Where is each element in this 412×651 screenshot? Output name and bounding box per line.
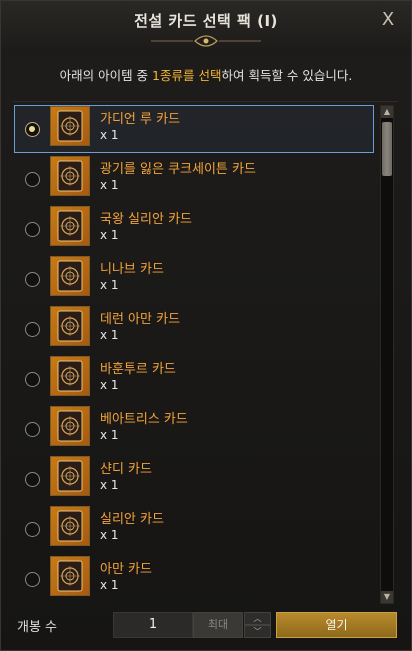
list-item[interactable]: 데런 아만 카드 x 1	[15, 302, 373, 350]
list-item[interactable]: 광기를 잃은 쿠크세이튼 카드 x 1	[15, 152, 373, 200]
scrollbar[interactable]: ▲ ▼	[380, 105, 394, 604]
radio-button[interactable]	[25, 422, 40, 437]
radio-button[interactable]	[25, 522, 40, 537]
notice-suffix: 하여 획득할 수 있습니다.	[221, 68, 353, 83]
list-item[interactable]: 베아트리스 카드 x 1	[15, 402, 373, 450]
card-quantity: x 1	[100, 528, 119, 542]
card-list: 가디언 루 카드 x 1 광기를 잃은 쿠크세이튼 카드 x 1 국왕 실리안 카드 x …	[13, 101, 398, 605]
card-name: 실리안 카드	[100, 512, 164, 527]
card-name: 가디언 루 카드	[100, 112, 181, 127]
card-quantity: x 1	[100, 178, 119, 192]
scrollbar-thumb[interactable]	[382, 122, 392, 176]
scroll-up-icon[interactable]: ▲	[381, 106, 393, 118]
list-item[interactable]: 실리안 카드 x 1	[15, 502, 373, 550]
card-icon	[50, 156, 90, 196]
notice-text: 아래의 아이템 중 1종류를 선택하여 획득할 수 있습니다.	[1, 65, 411, 84]
close-icon[interactable]: X	[377, 9, 399, 31]
radio-button[interactable]	[25, 272, 40, 287]
open-count-label: 개봉 수	[17, 620, 58, 635]
card-name: 샨디 카드	[100, 462, 152, 477]
card-icon	[50, 356, 90, 396]
card-quantity: x 1	[100, 128, 119, 142]
radio-button[interactable]	[25, 372, 40, 387]
card-name: 베아트리스 카드	[100, 412, 188, 427]
title-bar: 전설 카드 선택 팩 (I) X	[1, 1, 411, 53]
card-name: 니나브 카드	[100, 262, 164, 277]
radio-button[interactable]	[25, 572, 40, 587]
open-count-input[interactable]: 1	[113, 612, 193, 638]
card-icon	[50, 406, 90, 446]
radio-button[interactable]	[25, 222, 40, 237]
list-item[interactable]: 가디언 루 카드 x 1	[14, 102, 374, 153]
card-quantity: x 1	[100, 428, 119, 442]
radio-button[interactable]	[25, 122, 40, 137]
dialog-title: 전설 카드 선택 팩 (I)	[134, 12, 278, 30]
card-quantity: x 1	[100, 578, 119, 592]
card-quantity: x 1	[100, 328, 119, 342]
list-item[interactable]: 샨디 카드 x 1	[15, 452, 373, 500]
card-quantity: x 1	[100, 478, 119, 492]
radio-button[interactable]	[25, 322, 40, 337]
card-quantity: x 1	[100, 228, 119, 242]
radio-button[interactable]	[25, 472, 40, 487]
card-name: 아만 카드	[100, 562, 152, 577]
card-name: 국왕 실리안 카드	[100, 212, 192, 227]
card-icon	[50, 556, 90, 596]
card-quantity: x 1	[100, 378, 119, 392]
card-icon	[50, 456, 90, 496]
list-item[interactable]: 바훈투르 카드 x 1	[15, 352, 373, 400]
chevron-up-icon[interactable]: ︿	[244, 612, 271, 625]
card-icon	[50, 106, 90, 146]
scroll-down-icon[interactable]: ▼	[381, 591, 393, 603]
chevron-down-icon[interactable]: ﹀	[244, 625, 271, 638]
radio-button[interactable]	[25, 172, 40, 187]
card-icon	[50, 256, 90, 296]
card-icon	[50, 506, 90, 546]
card-name: 바훈투르 카드	[100, 362, 176, 377]
list-item[interactable]: 아만 카드 x 1	[15, 552, 373, 600]
card-name: 광기를 잃은 쿠크세이튼 카드	[100, 162, 256, 177]
card-quantity: x 1	[100, 278, 119, 292]
card-icon	[50, 306, 90, 346]
ornament-icon	[151, 35, 261, 47]
notice-prefix: 아래의 아이템 중	[59, 68, 153, 83]
card-pack-dialog: 전설 카드 선택 팩 (I) X 아래의 아이템 중 1종류를 선택하여 획득할…	[0, 0, 412, 651]
notice-highlight: 1종류를 선택	[152, 68, 222, 83]
card-icon	[50, 206, 90, 246]
max-button[interactable]: 최대	[193, 612, 243, 638]
list-item[interactable]: 니나브 카드 x 1	[15, 252, 373, 300]
open-button[interactable]: 열기	[276, 612, 397, 638]
list-item[interactable]: 국왕 실리안 카드 x 1	[15, 202, 373, 250]
card-name: 데런 아만 카드	[100, 312, 181, 327]
